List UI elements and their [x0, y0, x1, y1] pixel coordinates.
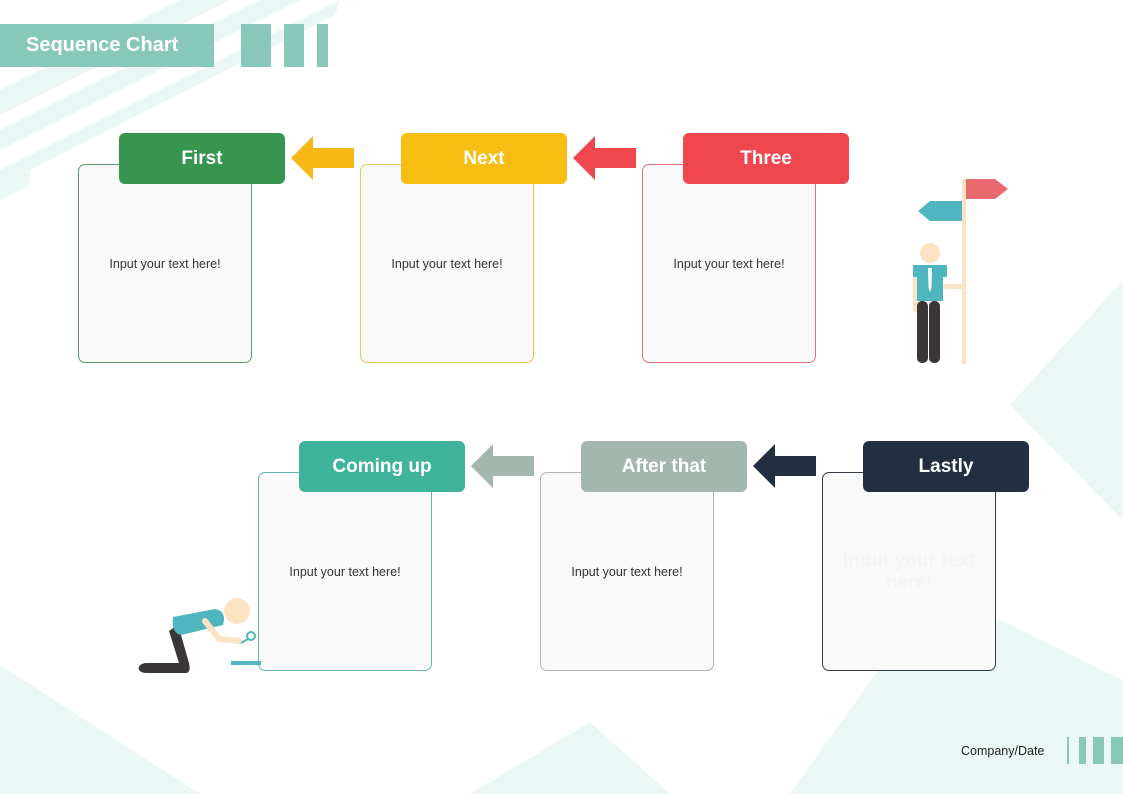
- step-text: Input your text here!: [289, 564, 401, 579]
- bottom-left-shape: [0, 665, 200, 794]
- magnifier-icon: [246, 631, 256, 641]
- footer-decoration-bar: [1079, 737, 1086, 764]
- head: [224, 598, 250, 624]
- step-box-next[interactable]: Input your text here!: [360, 164, 534, 363]
- step-header-three[interactable]: Three: [683, 133, 849, 184]
- arrow-left-icon: [291, 136, 354, 180]
- step-header-next[interactable]: Next: [401, 133, 567, 184]
- head: [920, 243, 940, 263]
- bottom-mid-shape: [470, 722, 670, 794]
- title-decoration-bar: [317, 24, 328, 67]
- step-box-after-that[interactable]: Input your text here!: [540, 472, 714, 671]
- signpost-pole: [962, 179, 966, 364]
- title-decoration-bar: [284, 24, 304, 67]
- step-header-first[interactable]: First: [119, 133, 285, 184]
- arm-right: [943, 284, 965, 289]
- footer-decoration-bar: [1093, 737, 1104, 764]
- step-header-coming-up[interactable]: Coming up: [299, 441, 465, 492]
- mat: [231, 661, 261, 665]
- step-header-after-that[interactable]: After that: [581, 441, 747, 492]
- title-decoration-bar: [241, 24, 271, 67]
- step-box-first[interactable]: Input your text here!: [78, 164, 252, 363]
- arrow-left-icon: [573, 136, 636, 180]
- arrow-left-icon: [471, 444, 534, 488]
- footer-decoration-bar: [1111, 737, 1123, 764]
- step-box-coming-up[interactable]: Input your text here!: [258, 472, 432, 671]
- step-header-lastly[interactable]: Lastly: [863, 441, 1029, 492]
- person-with-signpost-illustration: [913, 179, 1008, 364]
- step-text: Input your text here!: [391, 256, 503, 271]
- leg-left: [917, 301, 928, 363]
- signpost-teal-sign: [918, 201, 962, 221]
- step-box-lastly[interactable]: Input your text here!: [822, 472, 996, 671]
- footer-company-date: Company/Date: [961, 744, 1045, 758]
- step-text: Input your text here!: [109, 256, 221, 271]
- arrow-left-icon: [753, 444, 816, 488]
- step-text: Input your text here!: [843, 549, 975, 593]
- person-with-magnifier-illustration: [138, 598, 261, 673]
- step-box-three[interactable]: Input your text here!: [642, 164, 816, 363]
- step-text: Input your text here!: [571, 564, 683, 579]
- footer-decoration-bar: [1067, 737, 1069, 764]
- leg-right: [929, 301, 940, 363]
- page-title: Sequence Chart: [0, 24, 214, 67]
- signpost-red-sign: [966, 179, 1008, 199]
- step-text: Input your text here!: [673, 256, 785, 271]
